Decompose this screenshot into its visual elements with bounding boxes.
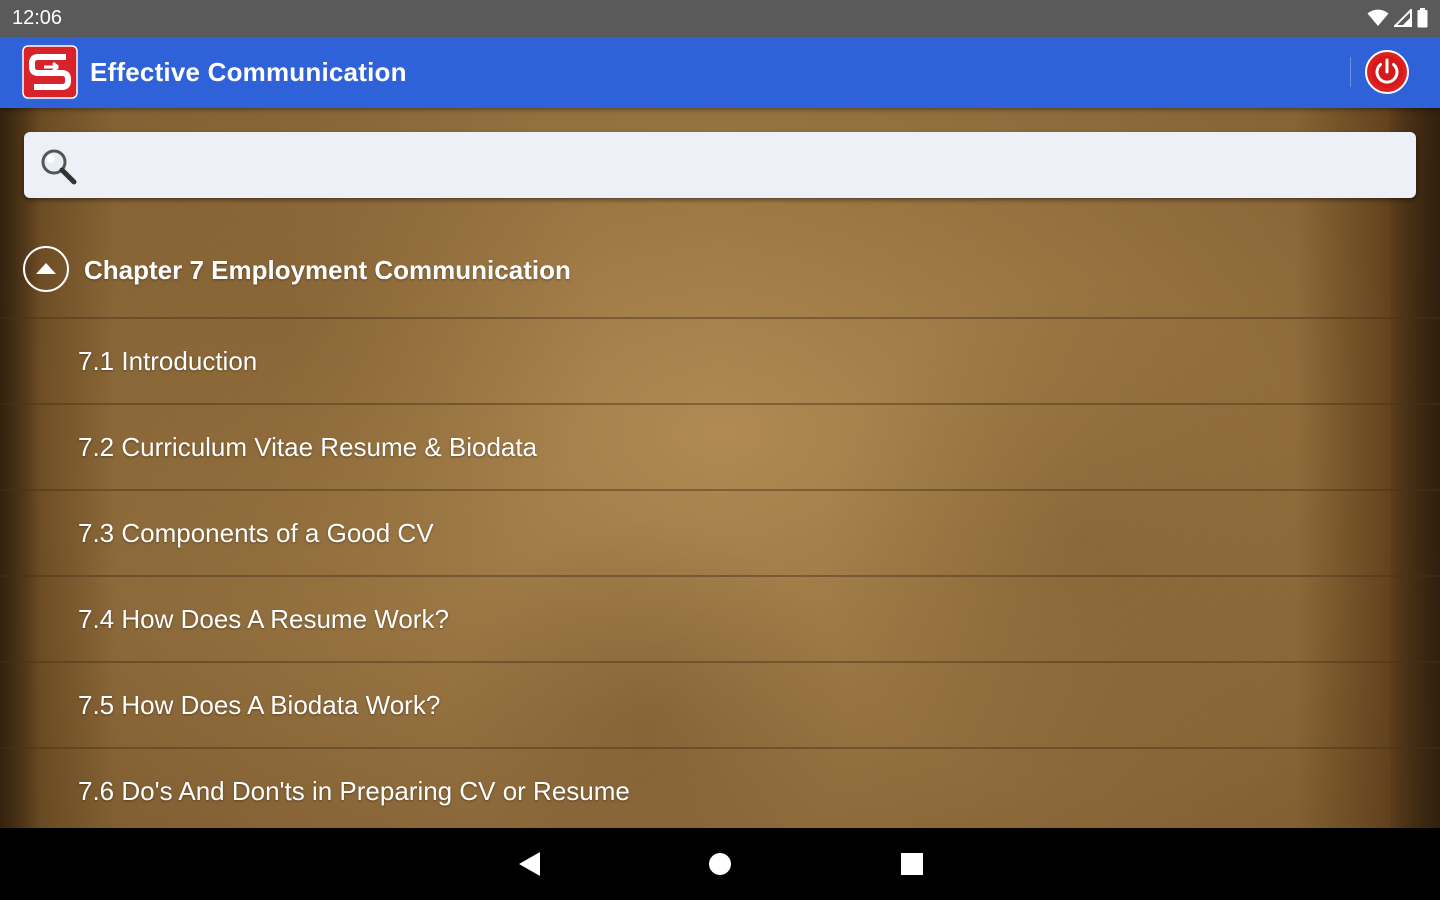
chapter-header[interactable]: Chapter 7 Employment Communication [0,223,1440,319]
power-button[interactable] [1364,49,1410,95]
app-title: Effective Communication [90,57,407,87]
status-bar: 12:06 [0,0,1440,37]
list-item-7-3[interactable]: 7.3 Components of a Good CV [0,491,1440,577]
list-item-7-2[interactable]: 7.2 Curriculum Vitae Resume & Biodata [0,405,1440,491]
home-icon[interactable] [702,846,738,882]
search-input[interactable] [94,142,1398,190]
status-time: 12:06 [12,7,63,29]
recents-icon[interactable] [894,846,930,882]
list-item-7-5[interactable]: 7.5 How Does A Biodata Work? [0,663,1440,749]
list-item-label: 7.4 How Does A Resume Work? [78,604,449,634]
cell-signal-icon [1394,9,1412,27]
list-item-label: 7.6 Do's And Don'ts in Preparing CV or R… [78,776,630,806]
battery-icon [1417,8,1428,28]
search-box[interactable] [24,132,1416,198]
nav-bar [0,828,1440,900]
status-icons [1367,8,1428,28]
content-area: Chapter 7 Employment Communication 7.1 I… [0,108,1440,828]
chapter-list: Chapter 7 Employment Communication 7.1 I… [0,223,1440,828]
chapter-title: Chapter 7 Employment Communication [84,255,571,285]
back-icon[interactable] [512,846,548,882]
list-item-7-1[interactable]: 7.1 Introduction [0,319,1440,405]
list-item-7-4[interactable]: 7.4 How Does A Resume Work? [0,577,1440,663]
list-item-label: 7.3 Components of a Good CV [78,518,434,548]
app-bar-divider [1350,57,1351,87]
search-icon [41,149,77,185]
chevron-up-icon[interactable] [22,245,70,293]
list-item-label: 7.2 Curriculum Vitae Resume & Biodata [78,432,538,462]
list-item-label: 7.1 Introduction [78,346,258,376]
app-bar: Effective Communication [0,37,1440,108]
app-logo-icon [22,45,78,99]
list-item-7-6[interactable]: 7.6 Do's And Don'ts in Preparing CV or R… [0,749,1440,828]
list-item-label: 7.5 How Does A Biodata Work? [78,690,441,720]
wifi-icon [1367,9,1389,26]
